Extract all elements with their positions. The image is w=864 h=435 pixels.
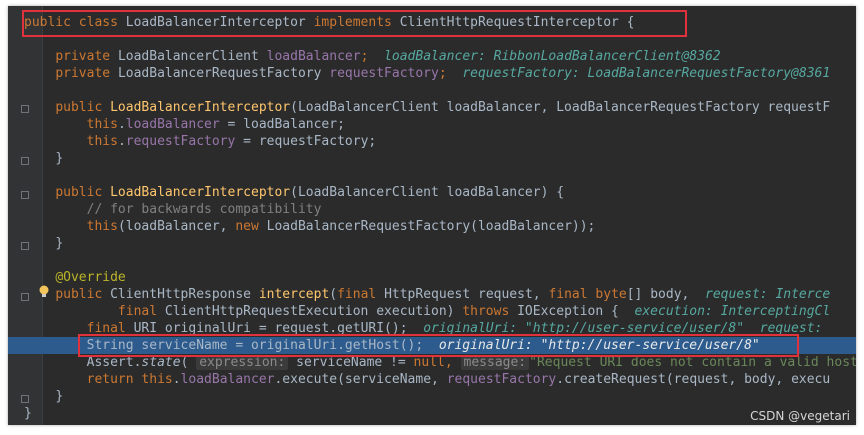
keyword: null: [413, 355, 445, 370]
debug-inline-value: loadBalancer: RibbonLoadBalancerClient@8…: [384, 49, 721, 64]
code-line-7: }: [8, 150, 856, 167]
screenshot-frame: public class LoadBalancerInterceptor imp…: [0, 0, 864, 435]
semicolon: ;: [438, 66, 447, 81]
param: ClientHttpRequestExecution execution): [164, 304, 455, 319]
parameter-hint: message:: [460, 355, 530, 370]
field-name: loadBalancer: [125, 117, 220, 132]
keyword: final: [337, 287, 377, 302]
call-args: .createRequest(request, body, execu: [556, 372, 831, 387]
code-line-5: this.loadBalancer = loadBalancer;: [86, 117, 345, 132]
call-args: LoadBalancerRequestFactory(loadBalancer)…: [266, 219, 596, 234]
keyword: private: [55, 66, 111, 81]
watermark: CSDN @vegetari: [750, 409, 850, 423]
method-name: intercept: [258, 287, 330, 302]
assignment: = loadBalancer;: [219, 117, 345, 132]
annotation-box-current-line: [78, 334, 799, 357]
keyword: this: [86, 117, 118, 132]
code-line-11: }: [8, 235, 856, 252]
keyword: byte: [595, 287, 627, 302]
closing-brace: }: [55, 389, 64, 404]
field-name: loadBalancer: [180, 372, 275, 387]
method-name: state: [141, 355, 181, 370]
assignment: = requestFactory;: [235, 134, 377, 149]
annotation-box-class-declaration: [22, 10, 687, 37]
exception-type: IOException {: [517, 304, 619, 319]
debug-inline-value: execution: InterceptingCl: [634, 304, 831, 319]
keyword: public: [55, 100, 103, 115]
debug-inline-value: requestFactory: LoadBalancerRequestFacto…: [462, 66, 831, 81]
code-line-8: public LoadBalancerInterceptor(LoadBalan…: [8, 184, 856, 201]
comma: ,: [444, 355, 453, 370]
call-args: (loadBalancer,: [117, 219, 228, 234]
code-line-19: }: [8, 388, 856, 405]
keyword: public: [55, 185, 103, 200]
code-line-12: @Override: [8, 269, 856, 286]
keyword: private: [55, 49, 111, 64]
paren: (: [329, 287, 338, 302]
type-name: ClientHttpResponse: [110, 287, 251, 302]
closing-brace: }: [55, 151, 64, 166]
comment: // for backwards compatibility: [86, 202, 322, 217]
class-ref: Assert.: [86, 355, 142, 370]
constructor-name: LoadBalancerInterceptor: [110, 185, 291, 200]
semicolon: ;: [360, 49, 369, 64]
keyword: new: [235, 219, 259, 234]
code-line-6: this.requestFactory = requestFactory;: [86, 134, 377, 149]
params: (LoadBalancerClient loadBalancer,: [290, 100, 549, 115]
param: HttpRequest request,: [384, 287, 541, 302]
code-line-13: public ClientHttpResponse intercept(fina…: [8, 286, 856, 303]
code-line-20: }: [8, 405, 856, 422]
field-name: requestFactory: [446, 372, 557, 387]
field-name: requestFactory: [329, 66, 439, 81]
expression: serviceName !=: [288, 355, 414, 370]
code-editor[interactable]: public class LoadBalancerInterceptor imp…: [8, 6, 856, 425]
field-name: requestFactory: [125, 134, 236, 149]
code-line-10: this(loadBalancer, new LoadBalancerReque…: [8, 218, 856, 235]
call-args: .execute(serviceName,: [274, 372, 439, 387]
code-line-3: private LoadBalancerRequestFactory reque…: [8, 65, 856, 82]
paren: (: [180, 355, 189, 370]
params: (LoadBalancerClient loadBalancer) {: [290, 185, 565, 200]
keyword: this: [141, 372, 173, 387]
type-name: LoadBalancerRequestFactory: [117, 66, 322, 81]
keyword: public: [55, 287, 103, 302]
code-line-4: public LoadBalancerInterceptor(LoadBalan…: [8, 99, 856, 116]
param: [] body,: [626, 287, 690, 302]
parameter-hint: expression:: [196, 355, 289, 370]
closing-brace: }: [55, 236, 64, 251]
keyword: return: [86, 372, 134, 387]
constructor-name: LoadBalancerInterceptor: [110, 100, 291, 115]
string-literal: "Request URI does not contain a valid ho…: [529, 355, 856, 370]
code-line-18: return this.loadBalancer.execute(service…: [8, 371, 856, 388]
code-line-2: private LoadBalancerClient loadBalancer;…: [8, 48, 856, 65]
code-line-9: // for backwards compatibility: [8, 201, 856, 218]
keyword: this: [86, 134, 118, 149]
params-rest: LoadBalancerRequestFactory requestF: [556, 100, 831, 115]
code-line-14: final ClientHttpRequestExecution executi…: [8, 303, 856, 320]
lightbulb-icon[interactable]: [38, 285, 50, 299]
field-name: loadBalancer: [266, 49, 361, 64]
keyword: this: [86, 219, 118, 234]
dot: .: [172, 372, 181, 387]
keyword: throws: [462, 304, 510, 319]
keyword: final: [117, 304, 158, 319]
closing-brace: }: [24, 406, 32, 421]
debug-inline-value: request: Interce: [705, 287, 831, 302]
type-name: LoadBalancerClient: [117, 49, 259, 64]
keyword: final: [548, 287, 588, 302]
annotation: @Override: [55, 270, 126, 285]
